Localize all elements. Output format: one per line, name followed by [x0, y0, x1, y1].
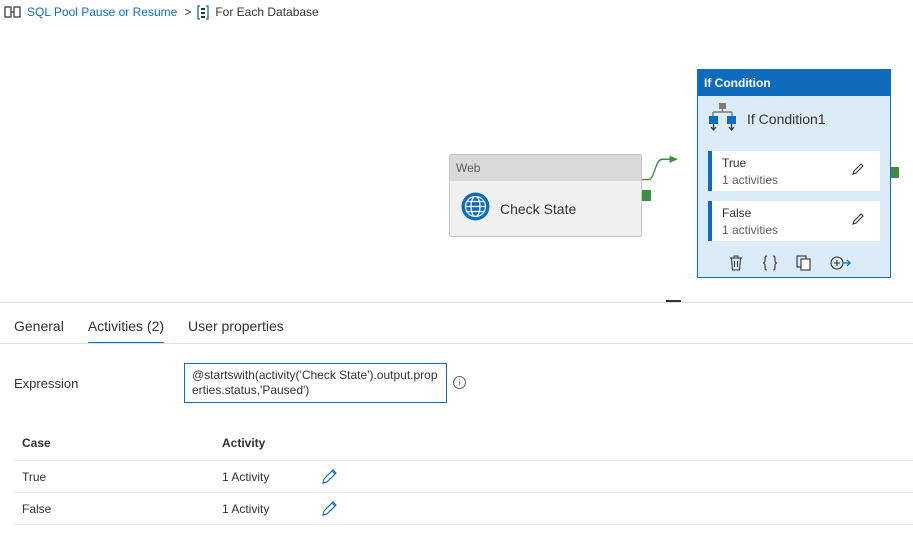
false-branch-label: False [722, 206, 752, 220]
if-condition-icon [708, 102, 737, 136]
activity-count: 1 Activity [222, 501, 270, 516]
panel-splitter[interactable] [0, 302, 913, 303]
add-output-icon[interactable] [830, 255, 852, 271]
case-true: True [22, 469, 47, 484]
web-activity-success-port[interactable] [642, 190, 651, 201]
if-condition-type: If Condition [698, 70, 890, 96]
node-toolbar [728, 255, 852, 271]
web-activity-node[interactable]: Web Check State [449, 154, 642, 237]
false-branch[interactable]: False 1 activities [708, 201, 880, 241]
true-branch[interactable]: True 1 activities [708, 151, 880, 191]
edit-false-branch-icon[interactable] [850, 211, 866, 227]
web-activity-name: Check State [500, 201, 577, 217]
info-icon[interactable]: i [453, 376, 466, 389]
splitter-handle[interactable] [666, 300, 681, 302]
false-branch-count: 1 activities [722, 223, 779, 237]
true-branch-count: 1 activities [722, 173, 779, 187]
web-activity-type: Web [450, 155, 641, 181]
table-row: False 1 Activity [14, 493, 913, 525]
globe-icon [460, 191, 491, 227]
tab-activities[interactable]: Activities (2) [87, 318, 165, 344]
expression-input[interactable]: @startswith(activity('Check State').outp… [184, 363, 447, 403]
tab-user-properties[interactable]: User properties [188, 318, 284, 344]
code-braces-icon[interactable] [762, 255, 778, 271]
tab-general[interactable]: General [14, 318, 64, 344]
table-header: Case Activity [14, 425, 913, 461]
tab-divider [0, 343, 913, 344]
if-condition-node[interactable]: If Condition If Condition1 True 1 activi… [697, 69, 891, 278]
header-case: Case [22, 435, 51, 450]
delete-icon[interactable] [728, 255, 744, 271]
edit-true-branch-icon[interactable] [850, 161, 866, 177]
if-condition-success-port[interactable] [891, 167, 899, 178]
edit-false-activities-icon[interactable] [320, 500, 338, 518]
edit-true-activities-icon[interactable] [320, 468, 338, 486]
properties-tabs: General Activities (2) User properties [14, 318, 308, 344]
case-false: False [22, 501, 52, 516]
true-branch-label: True [722, 156, 747, 170]
expression-label: Expression [14, 376, 79, 391]
table-row: True 1 Activity [14, 461, 913, 493]
if-condition-name: If Condition1 [747, 111, 826, 127]
cases-table: Case Activity True 1 Activity False 1 Ac… [14, 425, 913, 525]
copy-icon[interactable] [796, 255, 812, 271]
header-activity: Activity [222, 435, 266, 450]
activity-count: 1 Activity [222, 469, 270, 484]
